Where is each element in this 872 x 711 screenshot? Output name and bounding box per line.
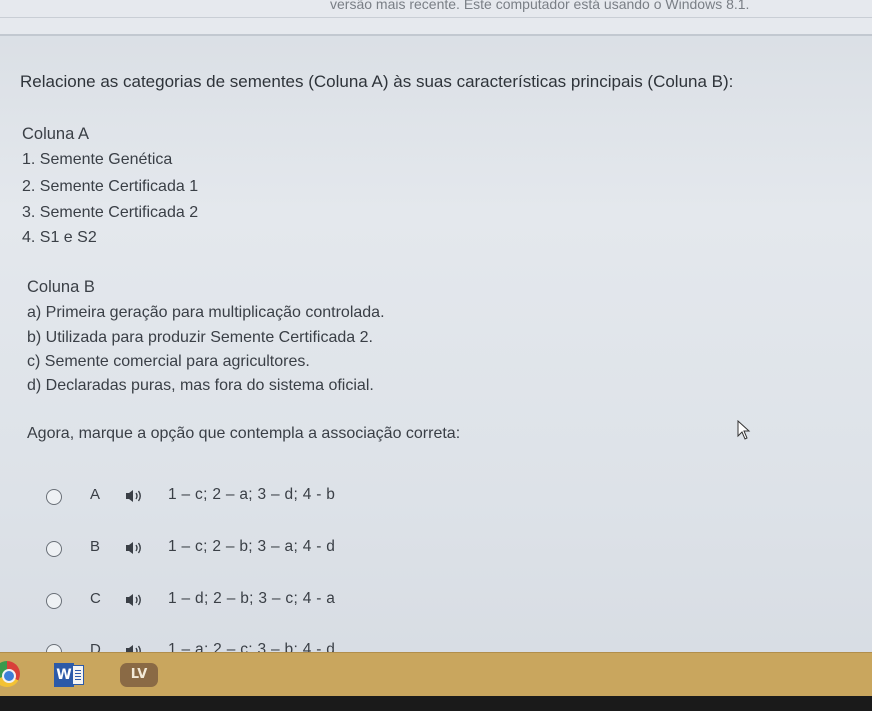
option-b[interactable]: B 1 – c; 2 – b; 3 – a; 4 - d	[40, 537, 460, 563]
monitor-bezel	[0, 696, 872, 711]
option-a[interactable]: A 1 – c; 2 – a; 3 – d; 4 - b	[40, 485, 460, 511]
speaker-icon[interactable]	[124, 540, 144, 556]
speaker-icon[interactable]	[124, 592, 144, 608]
word-letter: W	[54, 663, 74, 687]
instruction-text: Agora, marque a opção que contempla a as…	[27, 425, 461, 442]
word-icon[interactable]: W	[54, 663, 84, 687]
speaker-icon[interactable]	[124, 488, 144, 504]
option-letter: C	[90, 590, 101, 607]
lv-app-icon[interactable]: LV	[120, 663, 158, 687]
banner-text: versão mais recente. Este computador est…	[330, 0, 750, 12]
column-b-item: a) Primeira geração para multiplicação c…	[27, 304, 385, 321]
taskbar: W LV	[0, 652, 872, 697]
question-text: Relacione as categorias de sementes (Col…	[20, 72, 734, 91]
column-b-item: d) Declaradas puras, mas fora do sistema…	[27, 377, 374, 394]
banner-divider	[0, 17, 872, 18]
radio-button-b[interactable]	[46, 541, 62, 557]
radio-button-a[interactable]	[46, 489, 62, 505]
radio-button-c[interactable]	[46, 593, 62, 609]
option-text: 1 – c; 2 – b; 3 – a; 4 - d	[168, 538, 336, 555]
column-b-title: Coluna B	[27, 278, 95, 296]
word-document-icon	[72, 665, 84, 685]
mouse-cursor-icon	[737, 420, 751, 440]
screen: versão mais recente. Este computador est…	[0, 0, 872, 711]
column-a-item: 1. Semente Genética	[22, 151, 173, 168]
option-letter: A	[90, 486, 101, 503]
column-a-title: Coluna A	[22, 125, 89, 143]
update-banner: versão mais recente. Este computador est…	[0, 0, 872, 36]
column-b-item: b) Utilizada para produzir Semente Certi…	[27, 329, 373, 346]
column-b-item: c) Semente comercial para agricultores.	[27, 353, 310, 370]
option-text: 1 – c; 2 – a; 3 – d; 4 - b	[168, 486, 336, 503]
column-a-item: 4. S1 e S2	[22, 229, 97, 246]
column-a-item: 3. Semente Certificada 2	[22, 204, 199, 221]
chrome-icon[interactable]	[0, 661, 20, 687]
column-a-item: 2. Semente Certificada 1	[22, 178, 199, 195]
option-c[interactable]: C 1 – d; 2 – b; 3 – c; 4 - a	[40, 589, 460, 615]
option-text: 1 – d; 2 – b; 3 – c; 4 - a	[168, 590, 336, 607]
option-letter: B	[90, 538, 101, 555]
